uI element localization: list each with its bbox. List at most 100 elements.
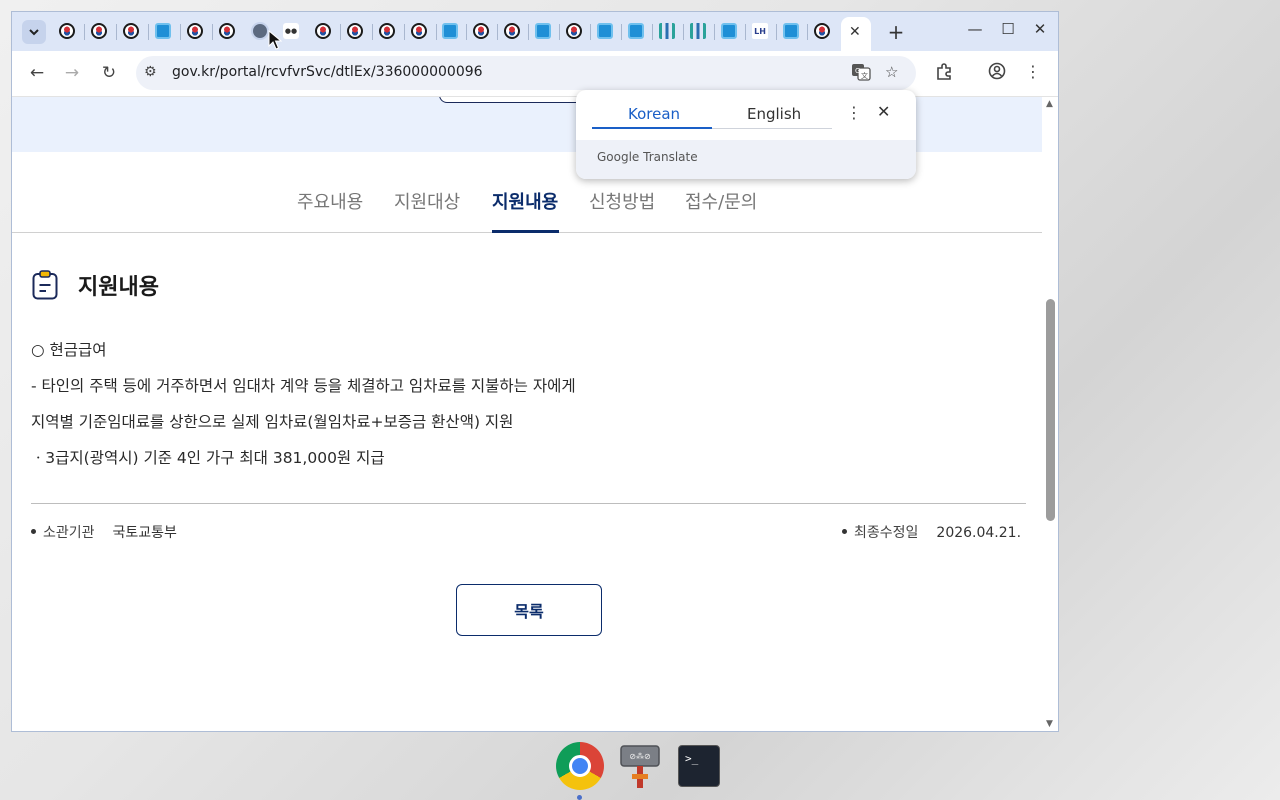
translate-popup: Korean English ⋮ ✕ Google Translate (576, 90, 916, 179)
tab-contact[interactable]: 접수/문의 (685, 188, 757, 214)
maximize-button[interactable]: ☐ (998, 20, 1018, 38)
tab-separator (528, 24, 529, 40)
tab-favicon-gov[interactable] (814, 23, 830, 39)
tab-support-content[interactable]: 지원내용 (492, 188, 558, 214)
active-tab-underline (492, 230, 559, 233)
close-tab-icon[interactable]: ✕ (849, 24, 861, 40)
tab-separator (497, 24, 498, 40)
site-info-icon[interactable]: ⚙ (144, 64, 157, 80)
bullet-dot (842, 528, 847, 534)
content-divider (31, 503, 1026, 504)
running-indicator (577, 795, 582, 800)
tab-favicon-gov[interactable] (504, 23, 520, 39)
tab-separator (436, 24, 437, 40)
active-tab[interactable]: ✕ (841, 17, 871, 51)
tab-separator (652, 24, 653, 40)
tab-separator (621, 24, 622, 40)
tab-separator (466, 24, 467, 40)
tab-favicon-text[interactable]: ●● (283, 23, 299, 39)
chrome-center (569, 755, 591, 777)
tab-favicon-gov[interactable] (473, 23, 489, 39)
body-line-support: 지역별 기준임대료를 상한으로 실제 임차료(월임차료+보증금 환산액) 지원 (31, 413, 514, 431)
tab-favicon-bars[interactable] (659, 23, 675, 39)
tab-favicon-blue[interactable] (628, 23, 644, 39)
tab-separator (559, 24, 560, 40)
forward-button[interactable]: → (62, 63, 82, 83)
tab-favicon-blue[interactable] (155, 23, 171, 39)
body-line-maximum: ㆍ3급지(광역시) 기준 4인 가구 최대 381,000원 지급 (31, 449, 385, 467)
address-bar[interactable]: ⚙ gov.kr/portal/rcvfvrSvc/dtlEx/33600000… (136, 56, 916, 90)
tab-search-button[interactable] (22, 20, 46, 44)
tab-separator (84, 24, 85, 40)
bookmark-star-icon[interactable]: ☆ (885, 63, 898, 81)
tab-main-content[interactable]: 주요내용 (297, 188, 363, 214)
tab-favicon-gov[interactable] (187, 23, 203, 39)
reload-button[interactable]: ↻ (99, 63, 119, 83)
chrome-taskbar-icon[interactable] (556, 742, 604, 790)
tab-favicon-gov[interactable] (123, 23, 139, 39)
mouse-cursor-icon (268, 30, 282, 50)
tab-separator (340, 24, 341, 40)
close-window-button[interactable]: ✕ (1030, 20, 1050, 38)
google-translate-brand: Google Translate (597, 150, 698, 164)
tab-separator (404, 24, 405, 40)
more-options-icon[interactable]: ⋮ (846, 103, 862, 122)
tab-favicon-blue[interactable] (535, 23, 551, 39)
page-content: 주요내용 지원대상 지원내용 신청방법 접수/문의 지원내용 ○ 현금급여 - … (12, 97, 1042, 731)
scroll-thumb[interactable] (1046, 299, 1055, 521)
svg-text:⊘⁂⊘: ⊘⁂⊘ (629, 751, 650, 761)
back-button[interactable]: ← (27, 63, 47, 83)
tab-favicon-bars[interactable] (690, 23, 706, 39)
tab-favicon-gov[interactable] (411, 23, 427, 39)
tab-separator (148, 24, 149, 40)
profile-icon[interactable] (987, 62, 1007, 84)
chevron-down-icon (29, 29, 39, 36)
translate-icon[interactable]: G文 (851, 63, 871, 85)
tab-eligibility[interactable]: 지원대상 (394, 188, 460, 214)
tab-favicon-gov[interactable] (91, 23, 107, 39)
tab-favicon-blue[interactable] (597, 23, 613, 39)
tab-application-method[interactable]: 신청방법 (589, 188, 655, 214)
tab-strip: ●● LH ✕ + — ☐ ✕ (12, 12, 1058, 51)
extensions-icon[interactable] (934, 62, 954, 84)
list-button[interactable]: 목록 (456, 584, 602, 636)
tab-favicon-blue[interactable] (783, 23, 799, 39)
tab-favicon-gov[interactable] (219, 23, 235, 39)
tab-separator (590, 24, 591, 40)
bullet-dot (31, 528, 36, 534)
scroll-up-icon[interactable]: ▲ (1046, 99, 1053, 109)
tab-favicon-lh[interactable]: LH (752, 23, 768, 39)
translate-underline (712, 128, 832, 129)
translate-tab-korean[interactable]: Korean (628, 105, 680, 123)
translate-footer: Google Translate (576, 140, 916, 179)
url-text[interactable]: gov.kr/portal/rcvfvrSvc/dtlEx/3360000000… (172, 64, 483, 80)
tab-favicon-blue[interactable] (721, 23, 737, 39)
menu-kebab-icon[interactable]: ⋮ (1023, 62, 1043, 81)
minimize-button[interactable]: — (965, 20, 985, 38)
section-title: 지원내용 (78, 275, 159, 300)
tab-favicon-blue[interactable] (442, 23, 458, 39)
agency-value: 국토교통부 (112, 525, 177, 541)
new-tab-button[interactable]: + (884, 20, 908, 44)
scroll-down-icon[interactable]: ▼ (1046, 719, 1053, 729)
body-line-cash-benefit: ○ 현금급여 (31, 341, 107, 359)
tab-separator (776, 24, 777, 40)
tab-favicon-gov[interactable] (347, 23, 363, 39)
tab-separator (180, 24, 181, 40)
terminal-taskbar-icon[interactable]: >_ (678, 745, 720, 787)
tab-favicon-globe[interactable] (251, 22, 269, 40)
tab-favicon-gov[interactable] (315, 23, 331, 39)
tab-favicon-gov[interactable] (566, 23, 582, 39)
close-icon[interactable]: ✕ (877, 102, 890, 121)
meta-agency: 소관기관 국토교통부 (31, 522, 177, 542)
tab-favicon-gov[interactable] (379, 23, 395, 39)
page-scrollbar[interactable]: ▲ ▼ (1042, 97, 1058, 731)
tab-favicon-gov[interactable] (59, 23, 75, 39)
hero-box (439, 97, 599, 103)
tab-separator (745, 24, 746, 40)
svg-text:G: G (855, 67, 860, 75)
translate-tab-english[interactable]: English (747, 105, 801, 123)
signpost-taskbar-icon[interactable]: ⊘⁂⊘ (616, 742, 664, 790)
translate-active-underline (592, 127, 712, 129)
tab-separator (714, 24, 715, 40)
